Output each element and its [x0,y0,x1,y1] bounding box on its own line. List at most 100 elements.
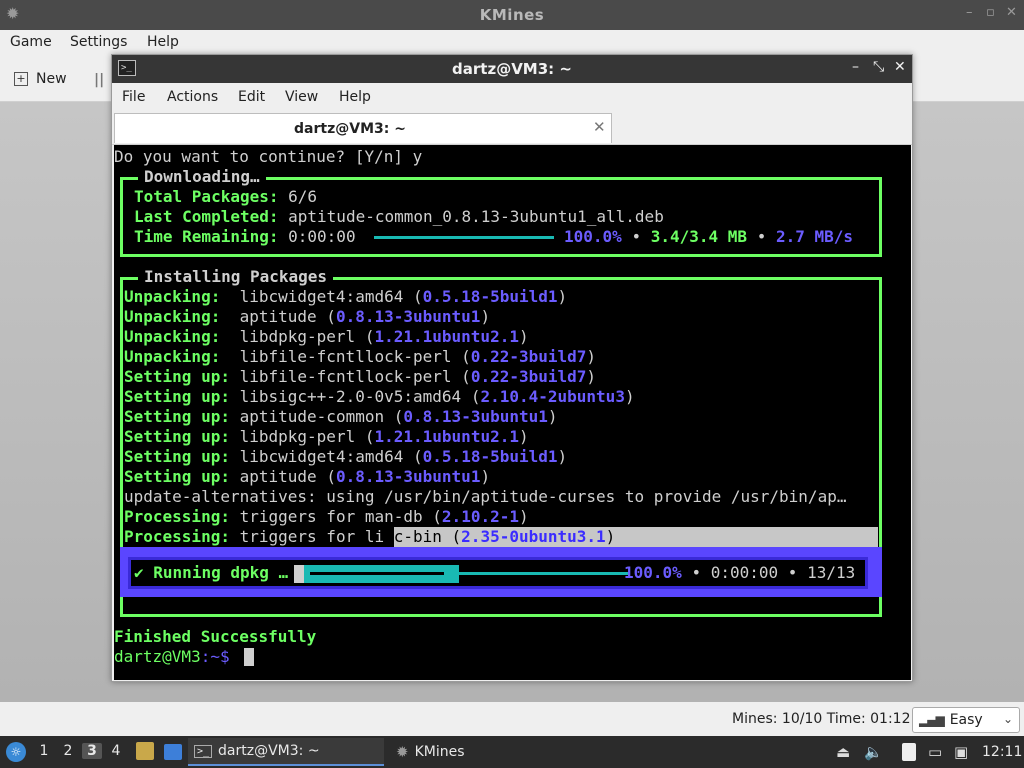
install-version: 2.10.4-2ubuntu3 [480,387,625,406]
prompt-user: dartz@VM3 [114,647,201,666]
kmines-menu-game[interactable]: Game [10,34,52,50]
dpkg-cursor [294,565,304,583]
last-completed-value: aptitude-common_0.8.13-3ubuntu1_all.deb [288,207,664,226]
terminal-maximize-icon[interactable]: ⤡ [873,59,884,75]
kmines-maximize-icon[interactable]: ▫ [986,5,995,20]
download-progress-bar [374,236,554,239]
difficulty-bars-icon: ▂▄▆ [919,713,945,727]
terminal-menubar: File Actions Edit View Help [112,83,912,111]
kmines-task-icon: ✹ [396,743,409,761]
dpkg-progress-bar [459,572,629,575]
pause-icon[interactable]: || [94,72,104,88]
dpkg-time: 0:00:00 [710,563,779,582]
kmines-minimize-icon[interactable]: – [966,5,973,20]
install-action: Unpacking: [124,307,221,326]
install-box-title: Installing Packages [138,267,334,287]
install-line: Setting up: libdpkg-perl (1.21.1ubuntu2.… [124,427,529,446]
notification-icon[interactable]: ▣ [954,743,968,761]
upload-icon[interactable]: ⏏ [836,743,850,761]
shell-prompt[interactable]: dartz@VM3:~$ [114,647,230,667]
terminal-output[interactable]: Do you want to continue? [Y/n] y Downloa… [114,145,911,680]
kmines-close-icon[interactable]: ✕ [1006,5,1017,20]
install-line: Setting up: libfile-fcntllock-perl (0.22… [124,367,597,386]
terminal-tab-strip: dartz@VM3: ~ ✕ [112,111,912,145]
difficulty-select[interactable]: ▂▄▆ Easy ⌄ [912,707,1020,733]
kmines-titlebar: ✹ KMines – ▫ ✕ [0,0,1024,30]
terminal-cursor [244,648,254,666]
install-package: aptitude [239,467,317,486]
update-alternatives-line: update-alternatives: using /usr/bin/apti… [124,487,847,506]
install-action: Setting up: [124,467,230,486]
install-line: Setting up: libsigc++-2.0-0v5:amd64 (2.1… [124,387,635,406]
desktop-4[interactable]: 4 [106,743,126,759]
terminal-minimize-icon[interactable]: – [852,59,859,75]
install-action: Setting up: [124,367,230,386]
dpkg-sep-2: • [787,563,798,582]
terminal-titlebar: >_ dartz@VM3: ~ – ⤡ ✕ [112,55,912,83]
terminal-window: >_ dartz@VM3: ~ – ⤡ ✕ File Actions Edit … [111,54,913,682]
install-package: libdpkg-perl [239,427,356,446]
terminal-menu-edit[interactable]: Edit [238,89,265,105]
new-game-icon: + [14,72,28,86]
desktop-3[interactable]: 3 [82,743,102,759]
kmines-menubar: Game Settings Help [0,30,1024,56]
terminal-tab[interactable]: dartz@VM3: ~ ✕ [114,113,612,143]
terminal-close-icon[interactable]: ✕ [894,59,906,75]
kmines-menu-help[interactable]: Help [147,34,179,50]
terminal-task-icon: >_ [194,744,213,758]
last-completed-line: Last Completed: aptitude-common_0.8.13-3… [134,207,664,227]
install-version: 0.8.13-3ubuntu1 [335,307,481,326]
install-package: libsigc++-2.0-0v5:amd64 [239,387,462,406]
install-version: 1.21.1ubuntu2.1 [374,427,519,446]
install-line: Unpacking: libdpkg-perl (1.21.1ubuntu2.1… [124,327,529,346]
terminal-menu-help[interactable]: Help [339,89,371,105]
terminal-menu-view[interactable]: View [285,89,318,105]
tab-close-icon[interactable]: ✕ [593,118,606,136]
dpkg-label: Running dpkg … [153,563,289,582]
kmines-statusbar: Mines: 10/10 Time: 01:12 ▂▄▆ Easy ⌄ [0,702,1024,736]
terminal-menu-file[interactable]: File [122,89,145,105]
last-completed-label: Last Completed: [134,207,279,226]
show-desktop-icon[interactable] [164,744,182,760]
volume-icon[interactable]: 🔈 [864,743,883,761]
dpkg-progress-track [310,572,444,575]
processing-version: 2.35-0ubuntu3.1 [461,527,606,546]
desktop-2[interactable]: 2 [58,743,78,759]
install-version: 0.8.13-3ubuntu1 [335,467,481,486]
install-package: libfile-fcntllock-perl [239,367,452,386]
install-version: 0.5.18-5build1 [422,287,558,306]
time-remaining-line: Time Remaining: 0:00:00 [134,227,356,247]
terminal-tab-label: dartz@VM3: ~ [294,121,406,137]
install-version: 1.21.1ubuntu2.1 [374,327,519,346]
processing-line-2: Processing: triggers for libc-bin (2.35-… [124,527,616,546]
dpkg-percent: 100.0% [624,563,682,582]
file-manager-icon[interactable] [136,742,154,760]
install-action: Setting up: [124,407,230,426]
check-icon: ✔ [134,563,144,582]
task-kmines[interactable]: ✹ KMines [390,738,570,766]
download-percent: 100.0% [564,227,622,246]
download-rate: 2.7 MB/s [775,227,854,246]
new-game-button[interactable]: + New [14,68,67,90]
install-action: Setting up: [124,427,230,446]
kmines-menu-settings[interactable]: Settings [70,34,127,50]
terminal-menu-actions[interactable]: Actions [167,89,218,105]
terminal-window-title: dartz@VM3: ~ [452,60,572,78]
clock[interactable]: 12:11 [982,744,1022,760]
processing-version: 2.10.2-1 [441,507,519,526]
download-stats-line: 100.0% • 3.4/3.4 MB • 2.7 MB/s [564,227,853,247]
install-line: Setting up: libcwidget4:amd64 (0.5.18-5b… [124,447,568,466]
install-package: aptitude-common [239,407,385,426]
network-icon[interactable]: ▭ [928,743,942,761]
install-action: Unpacking: [124,287,221,306]
mines-time-status: Mines: 10/10 Time: 01:12 [732,711,911,727]
app-launcher-icon[interactable]: ☼ [6,742,26,762]
install-action: Unpacking: [124,347,221,366]
finished-line: Finished Successfully [114,627,317,646]
download-size: 3.4/3.4 MB [650,227,748,246]
install-version: 0.22-3build7 [470,347,587,366]
task-terminal[interactable]: >_ dartz@VM3: ~ [188,738,384,766]
desktop-1[interactable]: 1 [34,743,54,759]
install-package: libcwidget4:amd64 [239,287,404,306]
clipboard-icon[interactable] [902,743,916,761]
